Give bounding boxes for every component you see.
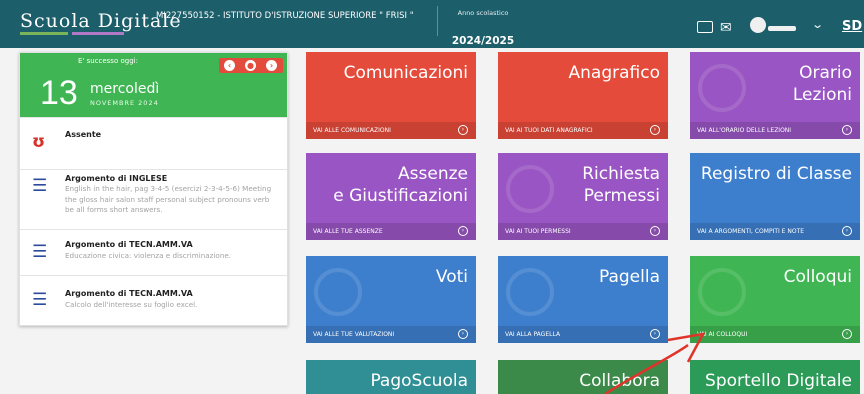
annotation-arrow-stroke (604, 344, 689, 394)
annotation-arrow (604, 332, 706, 394)
